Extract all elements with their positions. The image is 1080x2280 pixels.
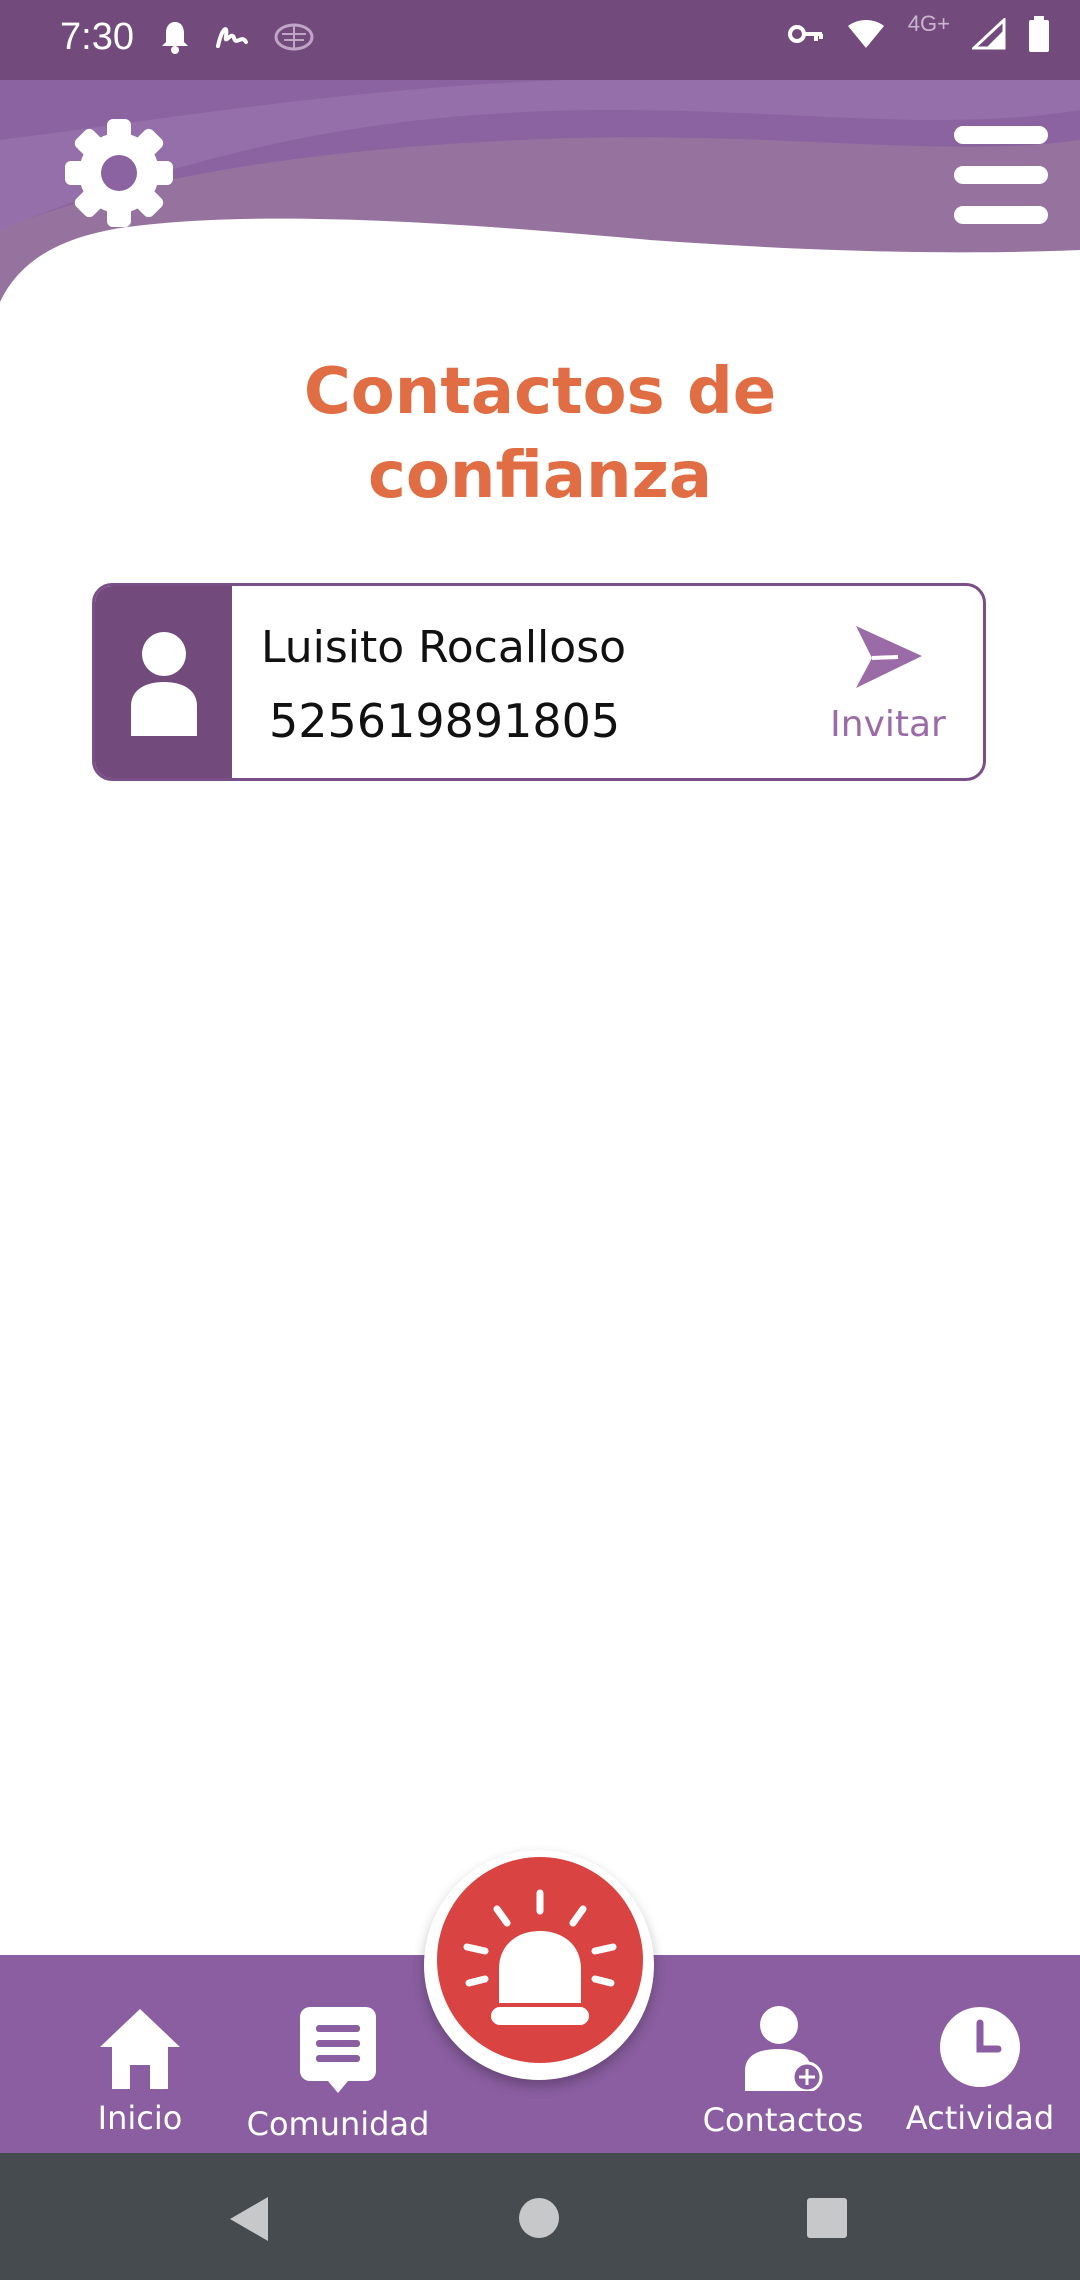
- person-icon: [131, 632, 197, 736]
- contact-card[interactable]: Luisito Rocalloso 525619891805 Invitar: [92, 583, 986, 781]
- alarm-siren-icon: [463, 1889, 617, 2025]
- signature-icon: [216, 27, 248, 48]
- send-icon: [856, 626, 922, 688]
- page-title: Contactos de confianza: [0, 350, 1080, 518]
- battery-icon: [1029, 16, 1049, 52]
- status-time: 7:30: [60, 16, 134, 58]
- nav-label-inicio: Inicio: [97, 2099, 183, 2137]
- brain-icon: [274, 23, 314, 51]
- invite-label: Invitar: [830, 704, 946, 745]
- wifi-icon: [847, 20, 884, 48]
- notification-bell-icon: [162, 22, 188, 54]
- home-icon: [100, 2009, 180, 2089]
- clock-icon: [940, 2007, 1020, 2087]
- network-label: 4G+: [907, 11, 950, 36]
- hamburger-menu-icon: [954, 126, 1048, 224]
- gear-icon: [65, 119, 173, 227]
- header-wave: [0, 80, 1080, 310]
- system-nav-bar: [0, 2153, 1080, 2280]
- vpn-key-icon: [787, 25, 823, 43]
- sos-alarm-button[interactable]: [437, 1857, 643, 2063]
- add-contact-icon: [745, 2006, 823, 2093]
- avatar: [95, 586, 232, 778]
- page-title-line2: confianza: [367, 439, 713, 513]
- home-circle-icon[interactable]: [518, 2197, 560, 2239]
- contact-phone: 525619891805: [269, 694, 621, 748]
- recents-square-icon[interactable]: [806, 2197, 848, 2239]
- chat-icon: [300, 2007, 376, 2093]
- nav-label-contactos: Contactos: [702, 2101, 864, 2139]
- settings-button[interactable]: [64, 118, 174, 228]
- invite-button[interactable]: Invitar: [823, 622, 953, 752]
- status-bar: 7:30 4G+: [0, 0, 1080, 80]
- nav-item-comunidad[interactable]: Comunidad: [240, 2005, 436, 2143]
- nav-label-comunidad: Comunidad: [246, 2105, 430, 2143]
- signal-icon: [972, 18, 1006, 50]
- nav-item-contactos[interactable]: Contactos: [695, 2005, 871, 2139]
- page-title-line1: Contactos de: [303, 355, 777, 429]
- nav-item-inicio[interactable]: Inicio: [80, 2005, 200, 2137]
- contact-name: Luisito Rocalloso: [261, 622, 627, 673]
- nav-label-actividad: Actividad: [905, 2099, 1055, 2137]
- nav-item-actividad[interactable]: Actividad: [898, 2005, 1062, 2137]
- hamburger-menu-button[interactable]: [954, 126, 1048, 224]
- back-icon[interactable]: [228, 2195, 270, 2243]
